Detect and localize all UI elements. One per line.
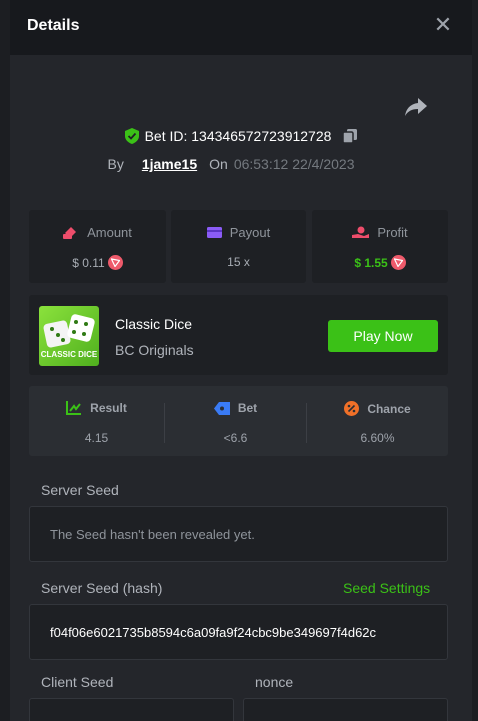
game-thumbnail-label: CLASSIC DICE — [40, 350, 98, 359]
profit-card: Profit $ 1.55 — [312, 210, 448, 283]
profit-label: Profit — [377, 225, 408, 240]
bet-details-modal: Details ✕ Bet ID: 134346572723912728 By … — [10, 0, 472, 721]
result-panel: Result 4.15 Bet <6.6 Chance 6.60% — [29, 386, 448, 456]
wallet-icon — [206, 227, 222, 238]
server-seed-hash-field[interactable]: f04f06e6021735b8594c6a09fa9f24cbc9be3496… — [29, 604, 448, 660]
share-icon[interactable] — [404, 96, 428, 118]
game-thumbnail[interactable]: CLASSIC DICE — [39, 306, 99, 366]
profit-value: $ 1.55 — [354, 255, 388, 270]
amount-label: Amount — [87, 225, 132, 240]
user-link[interactable]: 1jame15 — [142, 156, 197, 172]
background-left-edge — [0, 0, 10, 721]
payout-value: 15 x — [227, 255, 250, 269]
modal-title: Details — [27, 17, 80, 34]
seed-settings-link[interactable]: Seed Settings — [343, 580, 430, 596]
profit-hand-icon — [352, 226, 370, 238]
trx-coin-icon — [107, 255, 123, 270]
bet-id: Bet ID: 134346572723912728 — [144, 128, 332, 144]
close-icon[interactable]: ✕ — [433, 14, 453, 36]
game-card: CLASSIC DICE Classic Dice BC Originals P… — [29, 295, 448, 375]
dice-icon — [43, 314, 95, 348]
percent-icon — [344, 401, 360, 416]
bet-value: <6.6 — [223, 431, 248, 445]
chance-label: Chance — [367, 401, 411, 416]
server-seed-field: The Seed hasn't been revealed yet. — [29, 506, 448, 562]
amount-icon — [63, 226, 77, 239]
shield-check-icon — [124, 128, 139, 144]
on-label: On — [209, 156, 228, 172]
bet-id-row: Bet ID: 134346572723912728 — [10, 128, 472, 144]
result-chart-icon — [66, 401, 82, 415]
client-seed-field[interactable] — [29, 698, 234, 721]
result-value: 4.15 — [84, 431, 109, 445]
bet-meta-row: By 1jame15 On 06:53:12 22/4/2023 — [10, 156, 472, 172]
chance-value: 6.60% — [360, 431, 395, 445]
bet-tag-icon — [213, 401, 230, 415]
server-seed-value: The Seed hasn't been revealed yet. — [50, 527, 255, 542]
bet-datetime: 06:53:12 22/4/2023 — [233, 156, 355, 172]
amount-card: Amount $ 0.11 — [29, 210, 166, 283]
copy-icon[interactable] — [343, 129, 358, 143]
payout-card: Payout 15 x — [171, 210, 306, 283]
game-provider: BC Originals — [115, 342, 194, 358]
result-label: Result — [90, 401, 127, 415]
by-label: By — [107, 156, 124, 172]
nonce-field[interactable] — [243, 698, 448, 721]
result-column: Result 4.15 — [29, 386, 164, 456]
chance-column: Chance 6.60% — [307, 386, 448, 456]
game-name: Classic Dice — [115, 316, 193, 332]
bet-column: Bet <6.6 — [165, 386, 306, 456]
bet-label: Bet — [237, 401, 258, 415]
nonce-label: nonce — [255, 674, 294, 690]
play-now-button[interactable]: Play Now — [328, 320, 438, 352]
trx-coin-icon — [390, 255, 406, 270]
modal-header: Details ✕ — [10, 0, 472, 55]
client-seed-label: Client Seed — [41, 674, 114, 690]
server-seed-hash-label: Server Seed (hash) — [41, 580, 163, 596]
server-seed-hash-value: f04f06e6021735b8594c6a09fa9f24cbc9be3496… — [50, 625, 377, 640]
server-seed-label: Server Seed — [41, 482, 119, 498]
amount-value: $ 0.11 — [72, 255, 105, 270]
payout-label: Payout — [229, 225, 271, 240]
